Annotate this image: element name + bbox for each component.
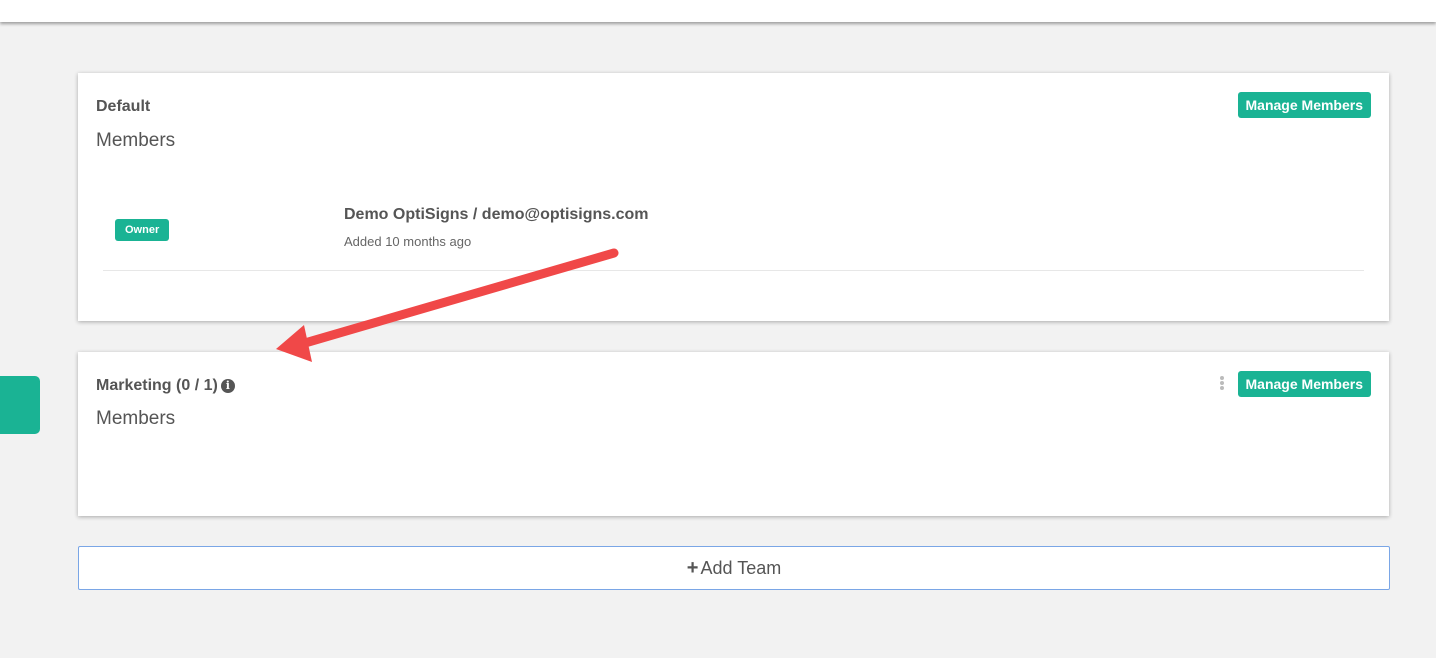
team-name: Default [96,98,151,115]
more-options-icon[interactable] [1219,376,1225,394]
add-team-label: Add Team [700,558,782,578]
role-badge: Owner [115,219,170,241]
plus-icon: + [686,557,699,579]
team-card-default: Default Manage Members Members Owner Dem… [78,73,1389,321]
members-heading: Members [96,130,176,151]
member-row: Owner Demo OptiSigns / demo@optisigns.co… [103,191,1364,271]
member-added-date: Added 10 months ago [344,234,472,249]
team-card-marketing: Marketing (0 / 1) i Manage Members Member… [78,352,1389,516]
member-name: Demo OptiSigns / demo@optisigns.com [344,206,649,223]
team-name: Marketing (0 / 1) i [96,377,235,395]
manage-members-button[interactable]: Manage Members [1237,92,1371,118]
side-tab-handle[interactable] [0,376,40,434]
add-team-button[interactable]: + Add Team [78,546,1390,590]
manage-members-button[interactable]: Manage Members [1237,371,1371,397]
top-navbar [0,0,1436,22]
info-icon[interactable]: i [220,379,235,393]
team-name-text: Marketing (0 / 1) [96,377,218,394]
members-heading: Members [96,408,176,429]
